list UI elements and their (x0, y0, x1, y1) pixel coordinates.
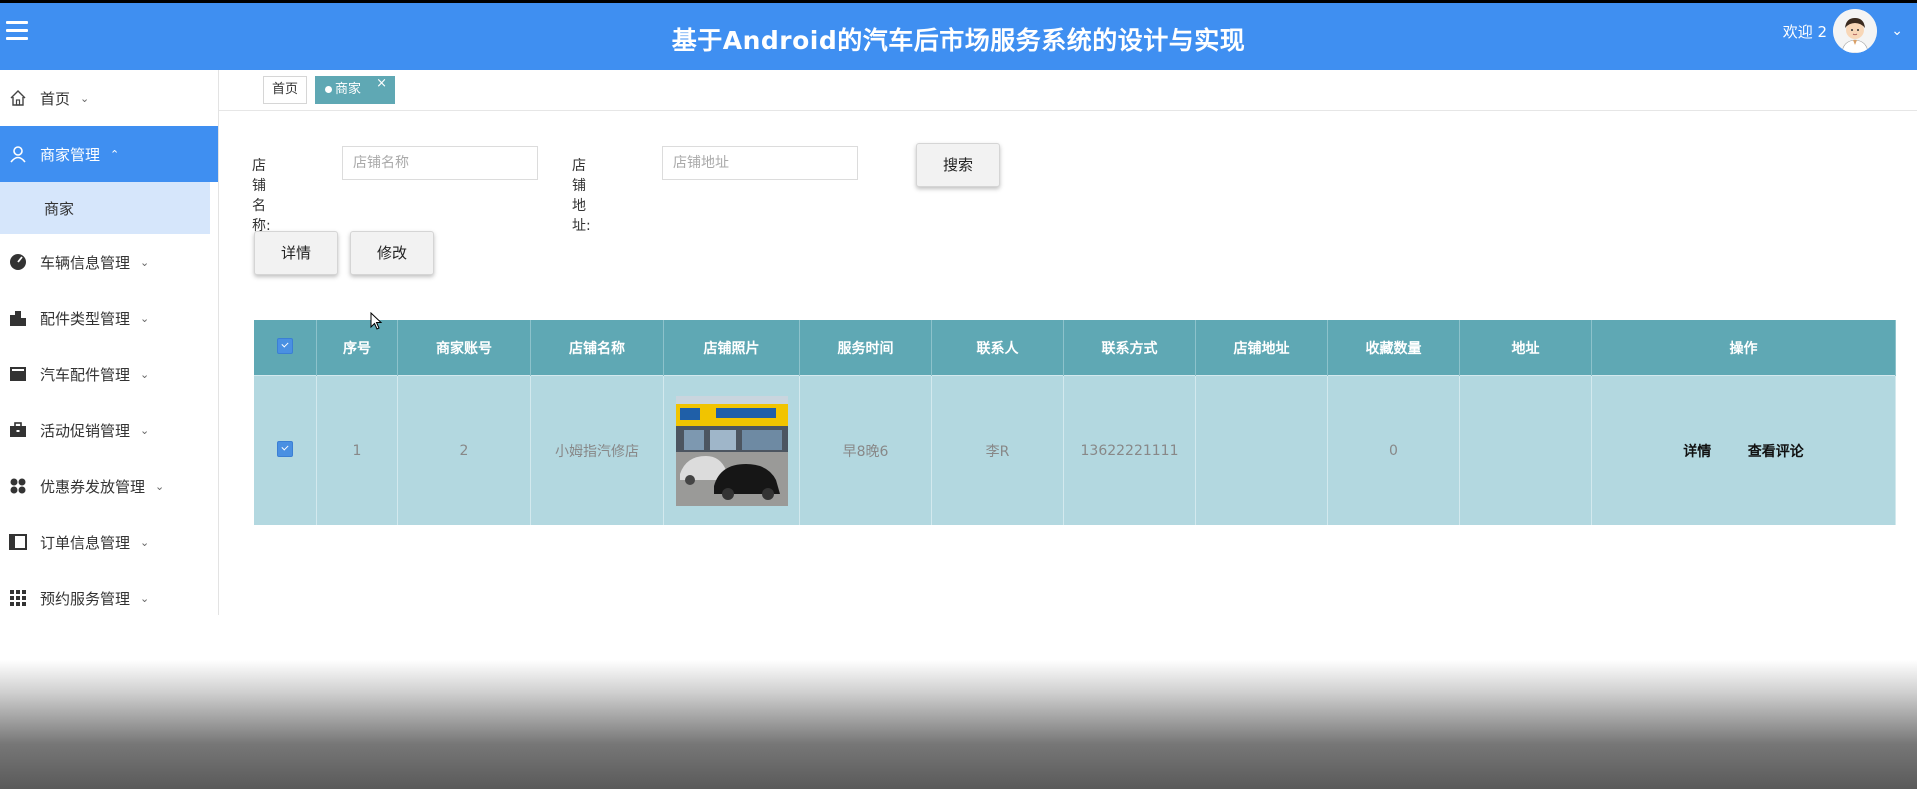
book-icon (8, 532, 28, 552)
sidebar-item-label: 预约服务管理 (40, 589, 131, 608)
chevron-up-icon: ⌃ (110, 147, 120, 161)
cell-shop-photo (663, 375, 800, 525)
shop-address-input[interactable]: 店铺地址 (662, 146, 858, 180)
briefcase-icon (8, 420, 28, 440)
sidebar-item-auto-parts[interactable]: 汽车配件管理 ⌄ (0, 346, 218, 402)
cell-shop-address (1195, 375, 1328, 525)
tab-merchant[interactable]: 商家 × (315, 76, 395, 104)
column-header: 商家账号 (397, 320, 531, 376)
column-header: 联系人 (931, 320, 1064, 376)
avatar[interactable] (1833, 9, 1877, 53)
apps-icon (8, 588, 28, 608)
sidebar-item-coupons[interactable]: 优惠券发放管理 ⌄ (0, 458, 218, 514)
column-header: 收藏数量 (1327, 320, 1460, 376)
detail-button[interactable]: 详情 (254, 231, 338, 275)
sidebar-item-appointments[interactable]: 预约服务管理 ⌄ (0, 570, 218, 626)
cell-contact: 李R (931, 375, 1064, 525)
close-icon[interactable]: × (376, 70, 387, 98)
column-header: 服务时间 (799, 320, 932, 376)
chevron-down-icon: ⌄ (140, 535, 150, 549)
shop-photo[interactable] (675, 395, 788, 506)
cell-address (1459, 375, 1592, 525)
shop-name-input[interactable]: 店铺名称 (342, 146, 538, 180)
cell-favorites: 0 (1327, 375, 1460, 525)
select-all-checkbox[interactable] (254, 320, 317, 376)
app-title: 基于Android的汽车后市场服务系统的设计与实现 (671, 26, 1246, 55)
sidebar-item-label: 订单信息管理 (40, 533, 131, 552)
sidebar-item-label: 商家管理 (40, 145, 101, 164)
bottom-shadow (0, 660, 1917, 789)
column-header: 店铺名称 (530, 320, 664, 376)
cell-shop-name: 小姆指汽修店 (530, 375, 664, 525)
cell-phone: 13622221111 (1063, 375, 1196, 525)
row-view-reviews-link[interactable]: 查看评论 (1748, 444, 1804, 460)
chevron-down-icon: ⌄ (140, 591, 150, 605)
column-header: 联系方式 (1063, 320, 1196, 376)
square-icon (8, 364, 28, 384)
cell-service-time: 早8晚6 (799, 375, 932, 525)
tab-home[interactable]: 首页 (263, 76, 308, 104)
row-checkbox[interactable] (254, 375, 317, 525)
grid-dots-icon (8, 476, 28, 496)
building-icon (8, 308, 28, 328)
sidebar-subitem-merchant[interactable]: 商家 (0, 182, 210, 234)
shop-name-label: 店铺名称: (252, 158, 271, 234)
sidebar-item-home[interactable]: 首页 ⌄ (0, 70, 218, 126)
column-header: 操作 (1591, 320, 1896, 376)
sidebar-item-vehicle-info[interactable]: 车辆信息管理 ⌄ (0, 234, 218, 290)
chevron-down-icon: ⌄ (155, 479, 165, 493)
table-row[interactable]: 1 2 小姆指汽修店 早8晚6 李R 13622221111 0 详情 查看评论 (254, 375, 1896, 525)
sidebar: 首页 ⌄ 商家管理 ⌃ 商家 车辆信息管理 ⌄ 配件类型管理 ⌄ 汽车配件管理 … (0, 70, 219, 615)
row-detail-link[interactable]: 详情 (1683, 444, 1711, 460)
sidebar-item-orders[interactable]: 订单信息管理 ⌄ (0, 514, 218, 570)
user-menu-chevron-icon[interactable]: ⌄ (1891, 23, 1903, 39)
chevron-down-icon: ⌄ (140, 311, 150, 325)
column-header: 序号 (316, 320, 398, 376)
chevron-down-icon: ⌄ (140, 367, 150, 381)
tab-label: 商家 (335, 82, 362, 97)
cell-index: 1 (316, 375, 398, 525)
active-dot-icon (325, 86, 332, 93)
user-icon (8, 144, 28, 164)
gauge-icon (8, 252, 28, 272)
edit-button[interactable]: 修改 (350, 231, 434, 275)
column-header: 地址 (1459, 320, 1592, 376)
cell-account: 2 (397, 375, 531, 525)
column-header: 店铺地址 (1195, 320, 1328, 376)
sidebar-item-label: 活动促销管理 (40, 421, 131, 440)
column-header: 店铺照片 (663, 320, 800, 376)
search-button[interactable]: 搜索 (916, 143, 1000, 187)
sidebar-item-label: 首页 (40, 89, 71, 108)
merchant-table: 序号 商家账号 店铺名称 店铺照片 服务时间 联系人 联系方式 店铺地址 收藏数… (254, 320, 1896, 525)
chevron-down-icon: ⌄ (140, 423, 150, 437)
sidebar-item-label: 汽车配件管理 (40, 365, 131, 384)
cell-operations: 详情 查看评论 (1591, 375, 1896, 525)
table-header-row: 序号 商家账号 店铺名称 店铺照片 服务时间 联系人 联系方式 店铺地址 收藏数… (254, 320, 1896, 376)
mouse-cursor-icon (370, 312, 383, 330)
sidebar-item-label: 优惠券发放管理 (40, 477, 146, 496)
sidebar-item-label: 车辆信息管理 (40, 253, 131, 272)
sidebar-item-parts-type[interactable]: 配件类型管理 ⌄ (0, 290, 218, 346)
chevron-down-icon: ⌄ (140, 255, 150, 269)
sidebar-item-merchant-management[interactable]: 商家管理 ⌃ (0, 126, 218, 182)
welcome-text: 欢迎 2 (1782, 23, 1827, 41)
home-icon (8, 88, 28, 108)
sidebar-item-promotions[interactable]: 活动促销管理 ⌄ (0, 402, 218, 458)
shop-address-label: 店铺地址: (572, 158, 591, 234)
tabs-bar: 首页 商家 × (219, 70, 1917, 111)
app-header: 基于Android的汽车后市场服务系统的设计与实现 欢迎 2 ⌄ (0, 3, 1917, 70)
chevron-down-icon: ⌄ (80, 91, 90, 105)
sidebar-item-label: 配件类型管理 (40, 309, 131, 328)
